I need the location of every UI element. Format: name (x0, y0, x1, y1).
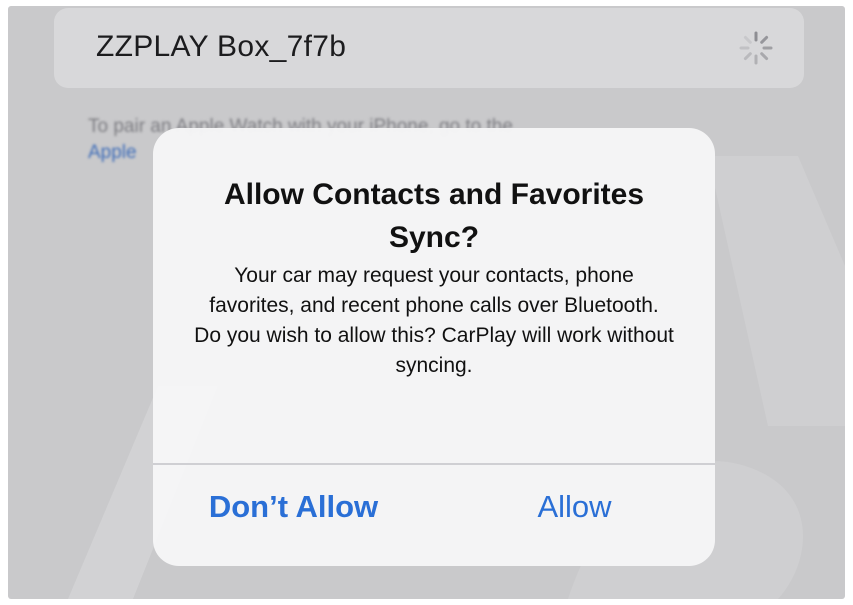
alert-message: Your car may request your contacts, phon… (194, 264, 674, 377)
device-name: ZZPLAY Box_7f7b (96, 30, 347, 63)
sync-permission-alert: Allow Contacts and Favorites Sync? Your … (153, 128, 715, 566)
screen: ZZPLAY Box_7f7b To pair an Apple Watch w… (8, 6, 845, 599)
allow-button[interactable]: Allow (434, 465, 715, 548)
loading-spinner-icon (739, 31, 773, 65)
dont-allow-button[interactable]: Don’t Allow (153, 465, 434, 548)
alert-title: Allow Contacts and Favorites Sync? (223, 178, 645, 254)
device-row[interactable]: ZZPLAY Box_7f7b (54, 8, 804, 88)
